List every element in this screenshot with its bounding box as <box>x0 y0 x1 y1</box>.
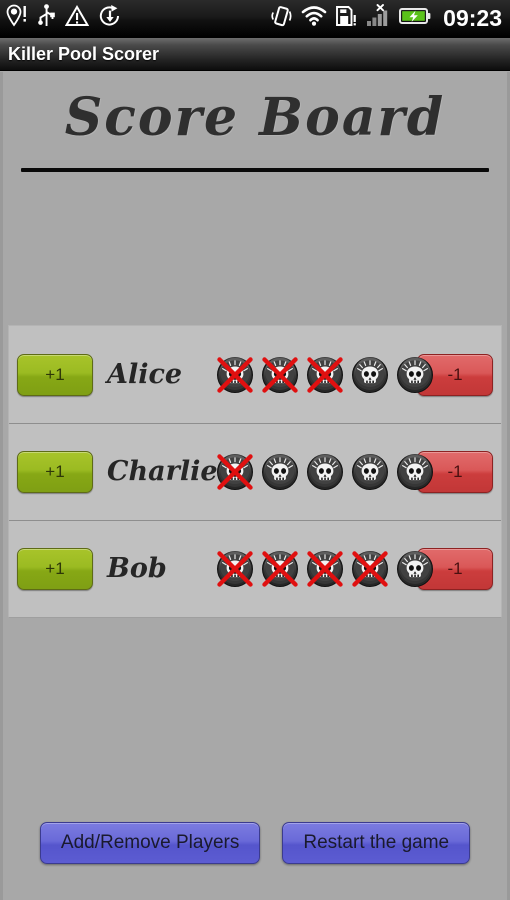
skull-crossed-icon <box>216 550 254 588</box>
title-divider <box>21 168 489 172</box>
lives-indicator <box>216 453 434 491</box>
restart-game-button[interactable]: Restart the game <box>282 822 471 864</box>
status-right-icons: 09:23 <box>269 4 502 33</box>
vibrate-icon <box>269 4 293 33</box>
increment-score-button[interactable]: +1 <box>17 353 93 396</box>
player-name: Charlie <box>107 456 218 487</box>
wifi-icon <box>301 5 327 32</box>
player-name: Bob <box>107 553 167 584</box>
app-title-bar: Killer Pool Scorer <box>0 38 510 71</box>
lives-indicator <box>216 356 434 394</box>
battery-charging-icon <box>399 6 431 31</box>
player-row: +1 Alice -1 <box>9 326 501 423</box>
download-sync-icon <box>98 4 122 33</box>
increment-score-button[interactable]: +1 <box>17 450 93 493</box>
skull-crossed-icon <box>306 550 344 588</box>
app-title: Killer Pool Scorer <box>8 43 160 64</box>
skull-crossed-icon <box>261 550 299 588</box>
skull-icon <box>351 356 389 394</box>
status-left-icons <box>6 4 122 33</box>
android-status-bar: 09:23 <box>0 0 510 38</box>
player-row: +1 Bob -1 <box>9 520 501 617</box>
player-row: +1 Charlie -1 <box>9 423 501 520</box>
skull-crossed-icon <box>261 356 299 394</box>
sdcard-alert-icon <box>335 4 357 33</box>
warning-triangle-icon <box>64 4 90 33</box>
location-alert-icon <box>6 4 28 33</box>
player-name: Alice <box>107 359 183 390</box>
score-board-heading: Score Board <box>64 87 446 148</box>
skull-crossed-icon <box>216 356 254 394</box>
player-list: +1 Alice -1 +1 Charlie -1 +1 Bob -1 <box>8 325 502 618</box>
skull-crossed-icon <box>216 453 254 491</box>
add-remove-players-button[interactable]: Add/Remove Players <box>39 822 261 864</box>
bottom-button-bar: Add/Remove Players Restart the game <box>3 822 507 864</box>
usb-icon <box>37 4 56 33</box>
main-content: Score Board +1 Alice -1 +1 Charlie -1 +1… <box>0 72 510 900</box>
increment-score-button[interactable]: +1 <box>17 547 93 590</box>
lives-indicator <box>216 550 434 588</box>
skull-crossed-icon <box>351 550 389 588</box>
skull-crossed-icon <box>306 356 344 394</box>
status-clock: 09:23 <box>443 5 502 31</box>
skull-icon <box>396 550 434 588</box>
signal-bars-no-service-icon <box>365 4 391 33</box>
skull-icon <box>306 453 344 491</box>
skull-icon <box>396 356 434 394</box>
skull-icon <box>351 453 389 491</box>
skull-icon <box>261 453 299 491</box>
skull-icon <box>396 453 434 491</box>
